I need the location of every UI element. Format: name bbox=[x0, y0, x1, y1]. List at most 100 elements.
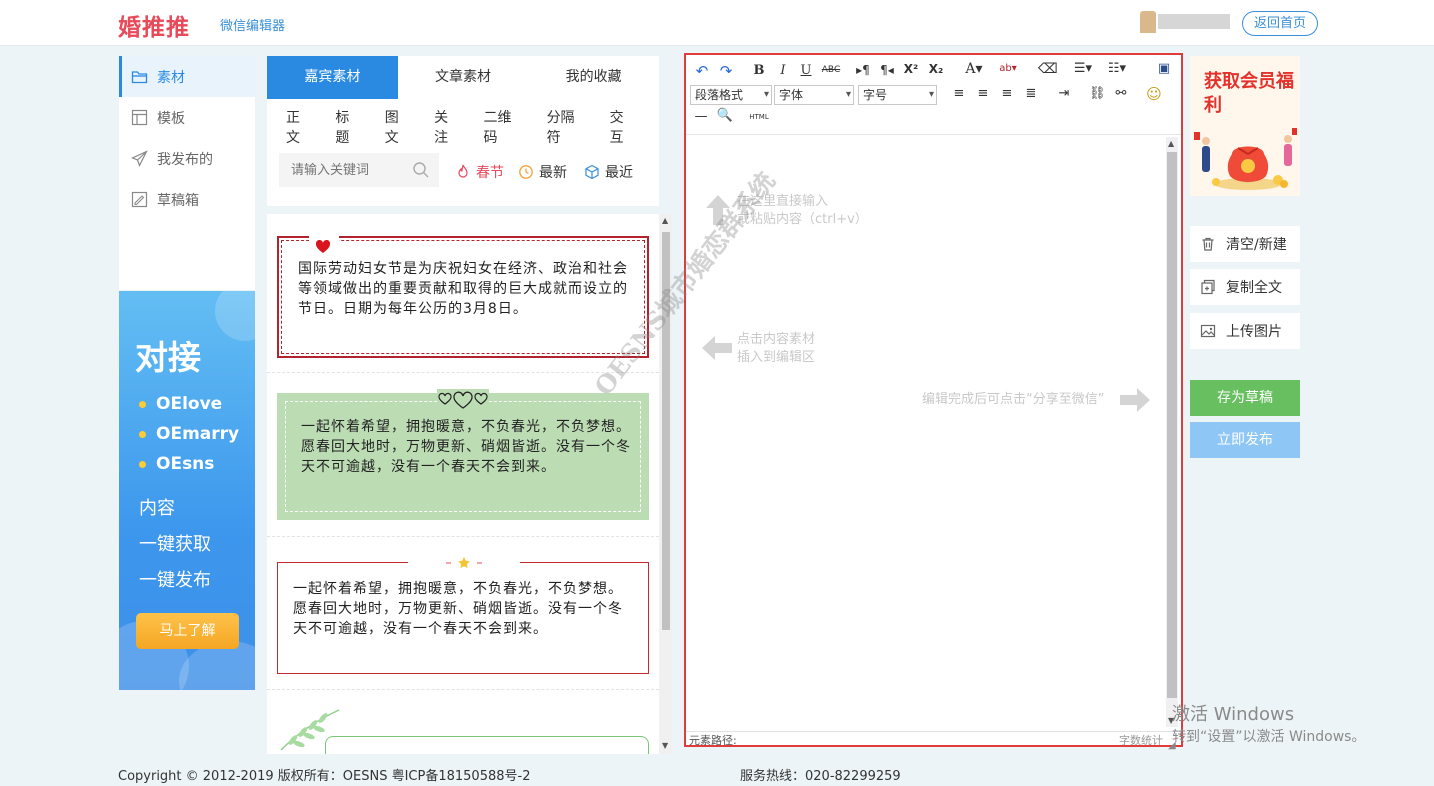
quick-filter-spring[interactable]: 春节 bbox=[455, 162, 504, 182]
promo-brand: OEmarry bbox=[139, 419, 239, 449]
editor-subtitle: 微信编辑器 bbox=[220, 19, 286, 34]
promo-brand: OEsns bbox=[139, 449, 239, 479]
card-text: 一起怀着希望，拥抱暖意，不负春光，不负梦想。愿春回大地时，万物更新、硝烟皆逝。没… bbox=[293, 581, 623, 637]
scroll-up-arrow[interactable]: ▲ bbox=[1168, 139, 1174, 148]
sidebar-item-label: 我发布的 bbox=[157, 151, 213, 168]
publish-now-button[interactable]: 立即发布 bbox=[1190, 422, 1300, 458]
superscript-icon[interactable]: X² bbox=[903, 62, 919, 76]
footer-hotline: 服务热线：020-82299259 bbox=[740, 769, 901, 784]
font-family-select[interactable]: 字体 bbox=[774, 85, 854, 105]
sidebar-item-label: 素材 bbox=[157, 69, 185, 86]
category-interactive[interactable]: 交互 bbox=[610, 107, 637, 147]
strikethrough-icon[interactable]: ABC bbox=[821, 65, 841, 75]
undo-icon[interactable]: ↶ bbox=[694, 62, 710, 80]
tab-article-materials[interactable]: 文章素材 bbox=[398, 56, 529, 99]
tab-guest-materials[interactable]: 嘉宾素材 bbox=[267, 56, 398, 99]
horizontal-rule-icon[interactable]: — bbox=[694, 109, 708, 124]
ordered-list-icon[interactable]: ☰▾ bbox=[1070, 61, 1096, 76]
list-divider bbox=[267, 536, 659, 537]
card-text: 一起怀着希望，拥抱暖意，不负春光，不负梦想。愿春回大地时，万物更新、硝烟皆逝。没… bbox=[301, 419, 631, 475]
promo-line: 一键获取 bbox=[139, 534, 211, 555]
unlink-icon[interactable]: ⚯ bbox=[1113, 86, 1129, 101]
category-divider[interactable]: 分隔符 bbox=[547, 107, 588, 147]
underline-icon[interactable]: U bbox=[799, 63, 813, 78]
search-replace-icon[interactable]: 🔍 bbox=[716, 108, 734, 123]
quick-filter-recent[interactable]: 最近 bbox=[584, 162, 633, 182]
category-body[interactable]: 正文 bbox=[286, 107, 313, 147]
tab-my-favorites[interactable]: 我的收藏 bbox=[528, 56, 659, 99]
back-home-button[interactable]: 返回首页 bbox=[1242, 11, 1318, 36]
promo-lines: 内容 一键获取 一键发布 bbox=[139, 491, 211, 599]
align-center-icon[interactable]: ≡ bbox=[975, 86, 991, 101]
upload-image-button[interactable]: 上传图片 bbox=[1190, 313, 1300, 349]
fire-icon bbox=[458, 164, 468, 178]
learn-more-button[interactable]: 马上了解 bbox=[136, 613, 239, 649]
category-list: 正文 标题 图文 关注 二维码 分隔符 交互 bbox=[267, 99, 659, 154]
rtl-icon[interactable]: ¶◂ bbox=[878, 63, 896, 77]
eraser-icon[interactable]: ⌫ bbox=[1038, 61, 1058, 77]
arrow-right-icon bbox=[1120, 388, 1150, 412]
subscript-icon[interactable]: X₂ bbox=[927, 62, 945, 76]
word-count-label: 字数统计 bbox=[1119, 734, 1163, 747]
category-qrcode[interactable]: 二维码 bbox=[484, 107, 525, 147]
element-path-label: 元素路径: bbox=[689, 734, 737, 747]
material-card[interactable]: 一起怀着希望，拥抱暖意，不负春光，不负梦想。愿春回大地时，万物更新、硝烟皆逝。没… bbox=[277, 557, 649, 674]
sidebar-item-templates[interactable]: 模板 bbox=[119, 97, 255, 138]
scroll-up-arrow[interactable]: ▲ bbox=[662, 216, 668, 225]
category-title[interactable]: 标题 bbox=[335, 107, 362, 147]
emoji-icon[interactable]: ☺ bbox=[1145, 85, 1163, 103]
redo-icon[interactable]: ↷ bbox=[718, 62, 734, 80]
avatar[interactable] bbox=[1140, 11, 1156, 33]
align-left-icon[interactable]: ≡ bbox=[951, 86, 967, 101]
sidebar-item-drafts[interactable]: 草稿箱 bbox=[119, 179, 255, 220]
ltr-icon[interactable]: ▸¶ bbox=[854, 63, 872, 77]
user-name-blurred[interactable] bbox=[1158, 14, 1230, 29]
member-benefit-banner[interactable]: 获取会员福利 bbox=[1190, 56, 1300, 196]
editor-scrollbar-thumb[interactable] bbox=[1167, 152, 1177, 698]
material-list[interactable]: 国际劳动妇女节是为庆祝妇女在经济、政治和社会等领域做出的重要贡献和取得的巨大成就… bbox=[267, 214, 659, 754]
scroll-down-arrow[interactable]: ▼ bbox=[662, 741, 668, 750]
editor-content-area[interactable]: 在这里直接输入 或粘贴内容（ctrl+v） 点击内容素材 插入到编辑区 编辑完成… bbox=[686, 135, 1166, 731]
bold-icon[interactable]: B bbox=[752, 63, 766, 78]
image-icon bbox=[1200, 324, 1216, 338]
copy-all-button[interactable]: 复制全文 bbox=[1190, 269, 1300, 305]
sidebar-item-published[interactable]: 我发布的 bbox=[119, 138, 255, 179]
material-card[interactable] bbox=[325, 736, 649, 754]
sidebar-item-materials[interactable]: 素材 bbox=[119, 56, 255, 97]
html-source-button[interactable]: HTML bbox=[748, 113, 770, 121]
save-draft-button[interactable]: 存为草稿 bbox=[1190, 380, 1300, 416]
link-icon[interactable]: ⛓ bbox=[1089, 86, 1106, 101]
banner-decoration bbox=[215, 291, 255, 341]
promo-line: 内容 bbox=[139, 498, 175, 519]
unordered-list-icon[interactable]: ☷▾ bbox=[1104, 61, 1130, 76]
promo-banner[interactable]: 对接 OElove OEmarry OEsns 内容 一键获取 一键发布 马上了… bbox=[119, 291, 255, 690]
paragraph-format-select[interactable]: 段落格式 bbox=[690, 85, 772, 105]
sidebar-item-label: 模板 bbox=[157, 110, 185, 127]
quick-filter-newest[interactable]: 最新 bbox=[518, 162, 567, 182]
promo-brand-list: OElove OEmarry OEsns bbox=[139, 389, 239, 479]
align-right-icon[interactable]: ≡ bbox=[999, 86, 1015, 101]
indent-icon[interactable]: ⇥ bbox=[1056, 86, 1072, 101]
justify-icon[interactable]: ≣ bbox=[1023, 86, 1039, 101]
highlight-color-icon[interactable]: ab▾ bbox=[995, 63, 1021, 74]
material-card[interactable]: 一起怀着希望，拥抱暖意，不负春光，不负梦想。愿春回大地时，万物更新、硝烟皆逝。没… bbox=[277, 389, 649, 520]
send-icon bbox=[131, 150, 148, 167]
windows-activation-notice: 激活 Windows 转到“设置”以激活 Windows。 bbox=[1172, 704, 1366, 745]
star-icon bbox=[446, 557, 482, 569]
font-size-select[interactable]: 字号 bbox=[858, 85, 937, 105]
font-color-icon[interactable]: A▾ bbox=[962, 61, 986, 77]
fullscreen-icon[interactable]: ▣ bbox=[1156, 61, 1172, 76]
clear-new-button[interactable]: 清空/新建 bbox=[1190, 226, 1300, 262]
arrow-left-icon bbox=[702, 336, 732, 360]
folder-icon bbox=[131, 71, 148, 84]
search-icon[interactable] bbox=[412, 161, 430, 179]
category-image-text[interactable]: 图文 bbox=[385, 107, 412, 147]
sidebar: 素材 模板 我发布的 草稿箱 bbox=[119, 56, 255, 290]
category-follow[interactable]: 关注 bbox=[434, 107, 461, 147]
logo[interactable]: 婚推推 bbox=[118, 8, 190, 42]
hint-click-material: 点击内容素材 插入到编辑区 bbox=[737, 332, 816, 365]
benefit-title: 获取会员福利 bbox=[1204, 71, 1294, 116]
material-card[interactable]: 国际劳动妇女节是为庆祝妇女在经济、政治和社会等领域做出的重要贡献和取得的巨大成就… bbox=[277, 234, 649, 358]
italic-icon[interactable]: I bbox=[776, 63, 790, 78]
footer-copyright: Copyright © 2012-2019 版权所有：OESNS 粤ICP备18… bbox=[118, 769, 531, 784]
